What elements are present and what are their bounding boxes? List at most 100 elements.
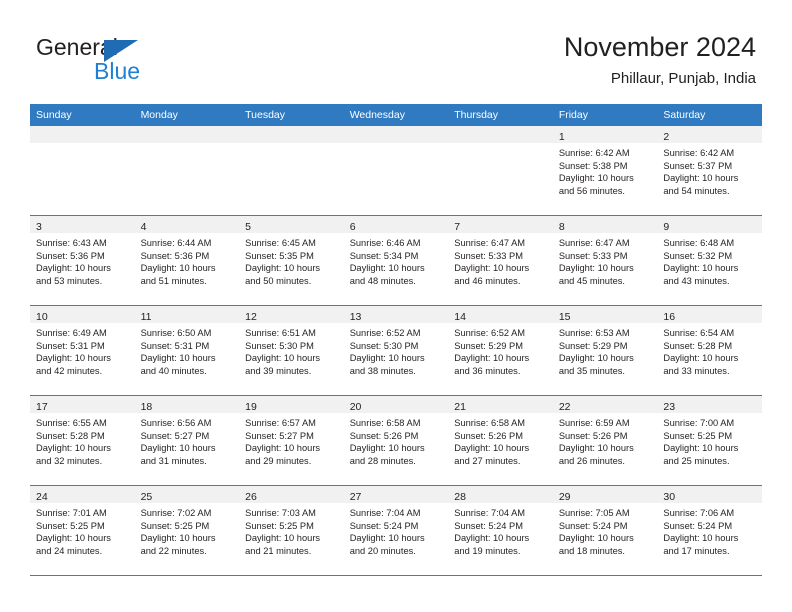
brand-logo[interactable]: General Blue xyxy=(36,36,166,86)
daylight-text-line2: and 26 minutes. xyxy=(558,455,625,466)
day-number-strip: 26 xyxy=(239,486,344,503)
daylight-text-line1: Daylight: 10 hours xyxy=(558,533,634,544)
weekday-header-wednesday: Wednesday xyxy=(343,104,449,126)
day-number: 8 xyxy=(558,221,565,233)
daylight-text-line2: and 46 minutes. xyxy=(454,275,521,286)
calendar-day-cell[interactable]: 5 Sunrise: 6:45 AM Sunset: 5:35 PM Daylight… xyxy=(239,215,344,306)
day-cell-body: Sunrise: 6:56 AM Sunset: 5:27 PM Daylight:… xyxy=(135,413,240,467)
sunrise-text: Sunrise: 7:01 AM xyxy=(36,508,107,518)
calendar-day-cell[interactable]: 9 Sunrise: 6:48 AM Sunset: 5:32 PM Daylight… xyxy=(657,215,762,306)
calendar-day-cell[interactable]: 10 Sunrise: 6:49 AM Sunset: 5:31 PM Dayligh… xyxy=(30,305,135,396)
calendar-day-cell[interactable]: 30 Sunrise: 7:06 AM Sunset: 5:24 PM Dayligh… xyxy=(657,485,762,576)
day-number: 19 xyxy=(245,401,257,413)
calendar-day-cell[interactable]: 24 Sunrise: 7:01 AM Sunset: 5:25 PM Dayligh… xyxy=(30,485,135,576)
calendar-day-cell-empty xyxy=(448,126,553,216)
calendar-day-cell[interactable]: 25 Sunrise: 7:02 AM Sunset: 5:25 PM Dayligh… xyxy=(134,485,240,576)
calendar-day-cell[interactable]: 13 Sunrise: 6:52 AM Sunset: 5:30 PM Dayligh… xyxy=(343,305,449,396)
daylight-text-line2: and 20 minutes. xyxy=(349,545,416,556)
daylight-text-line1: Daylight: 10 hours xyxy=(36,533,111,544)
day-number-strip: 24 xyxy=(30,486,135,503)
calendar-day-cell[interactable]: 19 Sunrise: 6:57 AM Sunset: 5:27 PM Dayligh… xyxy=(239,395,344,486)
calendar-day-cell[interactable]: 16 Sunrise: 6:54 AM Sunset: 5:28 PM Dayligh… xyxy=(657,305,762,396)
calendar-day-cell[interactable]: 21 Sunrise: 6:58 AM Sunset: 5:26 PM Dayligh… xyxy=(448,395,553,486)
sunrise-text: Sunrise: 6:45 AM xyxy=(245,238,316,248)
day-number: 17 xyxy=(36,401,48,413)
day-number-strip: 11 xyxy=(134,306,240,323)
day-cell-body: Sunrise: 6:58 AM Sunset: 5:26 PM Daylight:… xyxy=(448,413,553,467)
calendar-day-cell[interactable]: 8 Sunrise: 6:47 AM Sunset: 5:33 PM Daylight… xyxy=(552,215,658,306)
calendar-day-cell[interactable]: 17 Sunrise: 6:55 AM Sunset: 5:28 PM Dayligh… xyxy=(30,395,135,486)
day-number-strip: 6 xyxy=(343,216,449,233)
sunset-text: Sunset: 5:34 PM xyxy=(349,250,419,261)
daylight-text-line2: and 33 minutes. xyxy=(663,365,730,376)
sunrise-text: Sunrise: 6:59 AM xyxy=(558,418,630,428)
daylight-text-line1: Daylight: 10 hours xyxy=(349,533,425,544)
sunset-text: Sunset: 5:24 PM xyxy=(454,520,523,531)
day-number-strip: 30 xyxy=(657,486,762,503)
day-number-strip: 2 xyxy=(657,126,762,143)
day-cell-body: Sunrise: 6:44 AM Sunset: 5:36 PM Daylight:… xyxy=(135,233,240,287)
daylight-text-line2: and 22 minutes. xyxy=(140,545,207,556)
calendar-day-cell[interactable]: 4 Sunrise: 6:44 AM Sunset: 5:36 PM Daylight… xyxy=(134,215,240,306)
calendar-day-cell[interactable]: 26 Sunrise: 7:03 AM Sunset: 5:25 PM Dayligh… xyxy=(239,485,344,576)
day-number-strip: 3 xyxy=(30,216,135,233)
day-number-strip: 10 xyxy=(30,306,135,323)
sunset-text: Sunset: 5:33 PM xyxy=(454,250,523,261)
calendar-day-cell-empty xyxy=(30,126,135,216)
daylight-text-line1: Daylight: 10 hours xyxy=(454,353,530,364)
day-number-strip: 21 xyxy=(448,396,553,413)
calendar-grid: Sunday Monday Tuesday Wednesday Thursday… xyxy=(30,104,762,576)
calendar-day-cell[interactable]: 2 Sunrise: 6:42 AM Sunset: 5:37 PM Daylight… xyxy=(657,126,762,216)
calendar-day-cell[interactable]: 11 Sunrise: 6:50 AM Sunset: 5:31 PM Dayligh… xyxy=(134,305,240,396)
day-cell-body: Sunrise: 6:55 AM Sunset: 5:28 PM Daylight:… xyxy=(30,413,135,467)
calendar-day-cell[interactable]: 14 Sunrise: 6:52 AM Sunset: 5:29 PM Dayligh… xyxy=(448,305,553,396)
day-number: 15 xyxy=(558,311,571,323)
day-number: 26 xyxy=(245,491,257,503)
calendar-day-cell[interactable]: 1 Sunrise: 6:42 AM Sunset: 5:38 PM Daylight… xyxy=(552,126,658,216)
daylight-text-line2: and 40 minutes. xyxy=(140,365,207,376)
daylight-text-line1: Daylight: 10 hours xyxy=(140,443,216,454)
daylight-text-line1: Daylight: 10 hours xyxy=(245,353,321,364)
sunrise-text: Sunrise: 7:00 AM xyxy=(663,418,735,428)
calendar-day-cell[interactable]: 7 Sunrise: 6:47 AM Sunset: 5:33 PM Daylight… xyxy=(448,215,553,306)
sunset-text: Sunset: 5:24 PM xyxy=(349,520,419,531)
day-cell-body: Sunrise: 6:52 AM Sunset: 5:30 PM Daylight:… xyxy=(344,323,449,377)
day-number-strip: 15 xyxy=(552,306,658,323)
daylight-text-line1: Daylight: 10 hours xyxy=(558,263,634,274)
sunset-text: Sunset: 5:32 PM xyxy=(663,250,733,261)
calendar-day-cell[interactable]: 6 Sunrise: 6:46 AM Sunset: 5:34 PM Daylight… xyxy=(343,215,449,306)
day-number: 18 xyxy=(140,401,153,413)
calendar-day-cell[interactable]: 12 Sunrise: 6:51 AM Sunset: 5:30 PM Dayligh… xyxy=(239,305,344,396)
day-number: 30 xyxy=(663,491,676,503)
sunset-text: Sunset: 5:25 PM xyxy=(140,520,210,531)
day-number: 9 xyxy=(663,221,670,233)
calendar-day-cell[interactable]: 15 Sunrise: 6:53 AM Sunset: 5:29 PM Dayligh… xyxy=(552,305,658,396)
calendar-day-cell[interactable]: 3 Sunrise: 6:43 AM Sunset: 5:36 PM Daylight… xyxy=(30,215,135,306)
day-number-strip: 17 xyxy=(30,396,135,413)
day-cell-body: Sunrise: 7:02 AM Sunset: 5:25 PM Daylight:… xyxy=(135,503,240,557)
calendar-day-cell[interactable]: 29 Sunrise: 7:05 AM Sunset: 5:24 PM Dayligh… xyxy=(552,485,658,576)
day-number: 23 xyxy=(663,401,676,413)
sunrise-text: Sunrise: 6:53 AM xyxy=(558,328,630,338)
day-cell-body: Sunrise: 6:48 AM Sunset: 5:32 PM Daylight:… xyxy=(657,233,762,287)
daylight-text-line2: and 24 minutes. xyxy=(36,545,103,556)
sunrise-text: Sunrise: 6:44 AM xyxy=(140,238,212,248)
calendar-day-cell[interactable]: 27 Sunrise: 7:04 AM Sunset: 5:24 PM Dayligh… xyxy=(343,485,449,576)
calendar-page: General Blue November 2024 Phillaur, Pun… xyxy=(0,0,792,612)
calendar-day-cell[interactable]: 28 Sunrise: 7:04 AM Sunset: 5:24 PM Dayligh… xyxy=(448,485,553,576)
brand-name-blue: Blue xyxy=(94,58,141,84)
calendar-day-cell[interactable]: 23 Sunrise: 7:00 AM Sunset: 5:25 PM Dayligh… xyxy=(657,395,762,486)
daylight-text-line1: Daylight: 10 hours xyxy=(140,353,216,364)
daylight-text-line1: Daylight: 10 hours xyxy=(454,533,530,544)
sunset-text: Sunset: 5:35 PM xyxy=(245,250,314,261)
day-number-strip: 29 xyxy=(552,486,658,503)
day-number: 21 xyxy=(454,401,466,413)
weekday-header-saturday: Saturday xyxy=(657,104,762,126)
day-cell-body: Sunrise: 6:59 AM Sunset: 5:26 PM Daylight:… xyxy=(553,413,658,467)
day-number-strip: 27 xyxy=(343,486,449,503)
calendar-day-cell[interactable]: 20 Sunrise: 6:58 AM Sunset: 5:26 PM Dayligh… xyxy=(343,395,449,486)
sunset-text: Sunset: 5:29 PM xyxy=(558,340,628,351)
calendar-day-cell[interactable]: 22 Sunrise: 6:59 AM Sunset: 5:26 PM Dayligh… xyxy=(552,395,658,486)
day-number: 5 xyxy=(245,221,251,233)
calendar-day-cell[interactable]: 18 Sunrise: 6:56 AM Sunset: 5:27 PM Dayligh… xyxy=(134,395,240,486)
